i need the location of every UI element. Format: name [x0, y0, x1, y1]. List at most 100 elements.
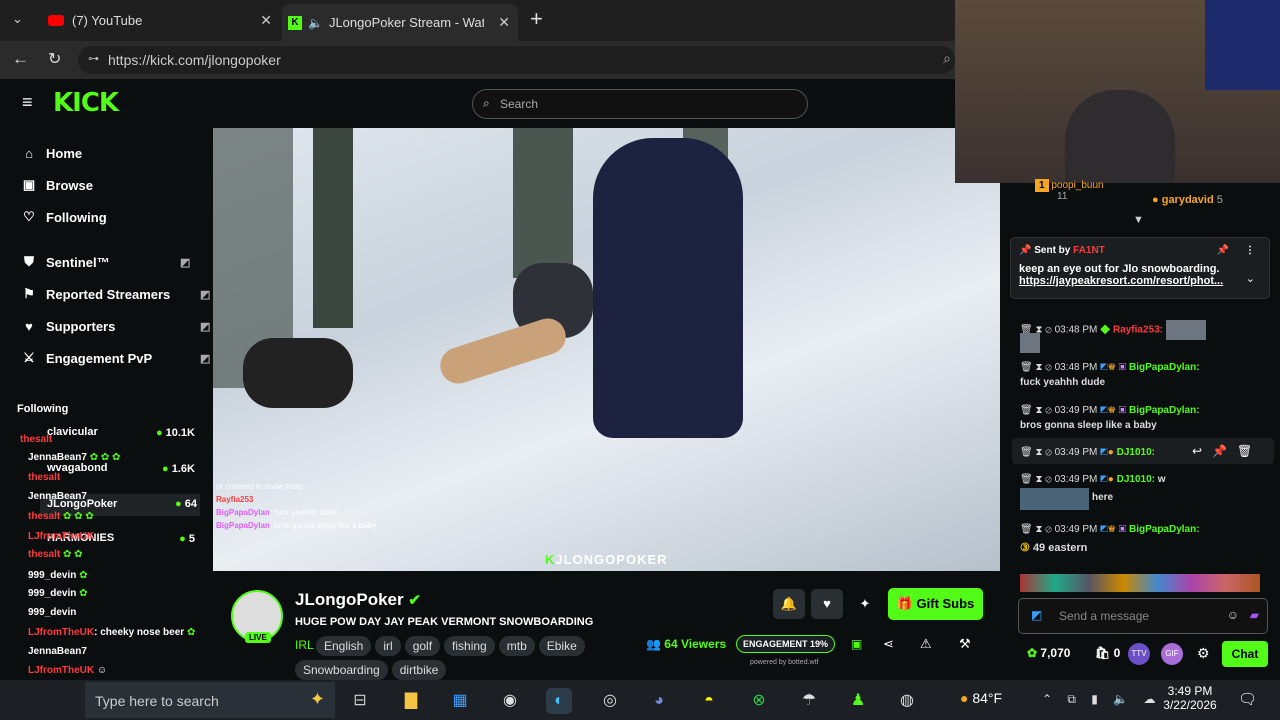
- weather-widget[interactable]: ● 84°F: [960, 690, 1002, 706]
- share-icon[interactable]: ⋖: [883, 636, 894, 652]
- close-tab-icon[interactable]: ✕: [260, 12, 272, 29]
- pin-icon[interactable]: 📌: [1217, 245, 1229, 256]
- xbox-icon[interactable]: ⊗: [746, 688, 772, 714]
- mod-actions-icon[interactable]: 🗑 ⧗ ⊘: [1020, 405, 1052, 416]
- reload-icon[interactable]: ↻: [48, 49, 61, 69]
- clip-icon[interactable]: ▣: [851, 637, 862, 651]
- sidebar-item-browse[interactable]: ▣ Browse: [20, 174, 93, 196]
- steam-icon[interactable]: ◉: [497, 688, 523, 714]
- taskbar-search-input[interactable]: Type here to search ✦: [85, 682, 335, 718]
- mod-actions-icon[interactable]: 🗑 ⧗ ⊘: [1020, 447, 1052, 458]
- mod-actions-icon[interactable]: 🗑 ⧗ ⊘: [1020, 524, 1052, 535]
- clock[interactable]: 3:49 PM 3/22/2026: [1160, 684, 1220, 712]
- tag[interactable]: Ebike: [538, 636, 585, 656]
- sidebar-item-home[interactable]: ⌂ Home: [20, 142, 82, 164]
- sub-count[interactable]: 🛍 0: [1095, 646, 1120, 660]
- tag[interactable]: mtb: [498, 636, 535, 656]
- sparkle-button[interactable]: ✦: [849, 589, 881, 619]
- sparkle-icon: ✦: [309, 689, 325, 709]
- mod-actions-icon[interactable]: 🗑 ⧗ ⊘: [1020, 474, 1052, 485]
- pin-icon[interactable]: 📌: [1212, 444, 1227, 458]
- system-tray[interactable]: ⌃ ⧉ ▮ 🔈 ☁: [1042, 692, 1162, 707]
- notifications-icon[interactable]: 🗨: [1238, 690, 1257, 708]
- gif-icon[interactable]: GIF: [1161, 643, 1183, 665]
- menu-icon[interactable]: ≡: [22, 92, 33, 113]
- overlay-chat-line: Rayfia253: [216, 495, 254, 504]
- tag[interactable]: golf: [404, 636, 441, 656]
- channel-points[interactable]: ✿ 7,070: [1027, 646, 1070, 660]
- tag[interactable]: Snowboarding: [295, 660, 388, 680]
- tag[interactable]: dirtbike: [391, 660, 447, 680]
- tag[interactable]: fishing: [444, 636, 495, 656]
- obs-icon[interactable]: ◎: [597, 688, 623, 714]
- site-search-input[interactable]: ⌕ Search: [472, 89, 808, 119]
- chat-message[interactable]: 🗑 ⧗ ⊘ 03:49 PM ◩♛ ▣ BigPapaDylan:: [1020, 524, 1200, 535]
- flag-icon: ⚑: [23, 286, 35, 301]
- stream-category[interactable]: IRL: [295, 638, 314, 652]
- snapchat-icon[interactable]: ◓: [696, 688, 722, 714]
- store-icon[interactable]: ▦: [447, 688, 473, 714]
- message-actions: ↩ 📌 🗑: [1192, 444, 1252, 458]
- emote-icon: [1165, 320, 1206, 340]
- search-icon[interactable]: ⌕: [943, 50, 951, 67]
- sidebar-item-sentinel[interactable]: ⛊ Sentinel™ ◩: [20, 251, 190, 273]
- task-view-icon[interactable]: ⊟: [347, 688, 373, 714]
- sidebar-item-supporters[interactable]: ♥ Supporters ◩: [20, 315, 210, 337]
- notify-bell-button[interactable]: 🔔: [773, 589, 805, 619]
- pinned-message[interactable]: 📌 Sent by FA1NT 📌 ⋮ keep an eye out for …: [1010, 237, 1270, 299]
- app-icon[interactable]: ♟: [845, 688, 871, 714]
- url-field[interactable]: ⊶ https://kick.com/jlongopoker ⌕: [78, 46, 955, 74]
- sidebar-item-label: Following: [46, 209, 107, 225]
- reply-icon[interactable]: ↩: [1192, 444, 1202, 458]
- overlay-chat-line: thesalt ✿ ✿ ✿: [28, 511, 94, 522]
- discord-icon[interactable]: ◕: [646, 688, 672, 714]
- settings-icon[interactable]: ⚙: [1197, 645, 1210, 662]
- back-icon[interactable]: ←: [12, 49, 29, 69]
- chat-message[interactable]: 🗑 ⧗ ⊘ 03:49 PM ◩● DJ1010:: [1020, 447, 1155, 458]
- app-icon[interactable]: ☂: [796, 688, 822, 714]
- ttv-icon[interactable]: TTV: [1128, 643, 1150, 665]
- overlay-chat-line: thesalt: [28, 472, 61, 483]
- chat-message[interactable]: 🗑 ⧗ ⊘ 03:49 PM ◩♛ ▣ BigPapaDylan: bros go…: [1020, 405, 1200, 431]
- delete-icon[interactable]: 🗑: [1237, 444, 1252, 458]
- tab-kick[interactable]: K 🔈 JLongoPoker Stream - Watch ✕: [282, 4, 518, 41]
- snowboard: [435, 313, 571, 389]
- tab-list-chevron-icon[interactable]: ⌄: [12, 11, 23, 27]
- sidebar-item-label: Engagement PvP: [46, 350, 153, 366]
- sidebar-item-engagement-pvp[interactable]: ⚔ Engagement PvP ◩: [20, 347, 210, 369]
- tag[interactable]: English: [316, 636, 372, 656]
- overlay-chat-line: BigPapaDylan: fuck yeahhh dude: [216, 508, 338, 517]
- search-icon: ⌕: [483, 96, 490, 110]
- emoji-icon[interactable]: ☺: [1227, 608, 1239, 622]
- follow-heart-button[interactable]: ♥: [811, 589, 843, 619]
- url-text: https://kick.com/jlongopoker: [108, 52, 281, 68]
- pinned-link[interactable]: https://jaypeakresort.com/resort/phot...: [1019, 275, 1261, 287]
- chat-input[interactable]: ◩ Send a message ☺ ▰: [1018, 598, 1268, 634]
- more-options-icon[interactable]: ⋮: [1245, 245, 1255, 256]
- open-external-icon: ◩: [200, 288, 211, 301]
- channel-name[interactable]: JLongoPoker ✔: [295, 590, 421, 610]
- new-tab-button[interactable]: +: [530, 6, 543, 32]
- site-info-icon[interactable]: ⊶: [88, 52, 99, 65]
- gift-icon[interactable]: ▰: [1250, 608, 1259, 622]
- gift-subs-button[interactable]: 🎁 Gift Subs: [888, 588, 983, 620]
- expand-icon[interactable]: ⌄: [1246, 272, 1255, 285]
- sidebar-item-following[interactable]: ♡ Following: [20, 206, 107, 228]
- tab-youtube[interactable]: (7) YouTube ✕: [40, 4, 280, 37]
- chat-message[interactable]: 🗑 ⧗ ⊘ 03:48 PM ◩♛ ▣ BigPapaDylan: fuck ye…: [1020, 362, 1200, 388]
- chat-message[interactable]: 🗑 ⧗ ⊘ 03:49 PM ◩● DJ1010: w: [1020, 474, 1166, 485]
- chat-message[interactable]: 🗑 ⧗ ⊘ 03:48 PM ◆ Rayfia253:: [1020, 320, 1206, 340]
- close-tab-icon[interactable]: ✕: [498, 14, 510, 31]
- edge-icon[interactable]: ◐: [546, 688, 572, 714]
- report-icon[interactable]: ⚠: [920, 636, 932, 652]
- sidebar-item-reported-streamers[interactable]: ⚑ Reported Streamers ◩: [20, 283, 210, 305]
- file-explorer-icon[interactable]: ▇: [398, 688, 424, 714]
- mod-tools-icon[interactable]: ⚒: [959, 636, 971, 652]
- kick-logo[interactable]: KICK: [53, 88, 119, 118]
- chat-send-button[interactable]: Chat: [1222, 641, 1268, 667]
- tag[interactable]: irl: [375, 636, 401, 656]
- speaker-icon[interactable]: 🔈: [308, 16, 323, 30]
- collapse-icon[interactable]: ▼: [1133, 214, 1144, 226]
- mod-actions-icon[interactable]: 🗑 ⧗ ⊘: [1020, 362, 1052, 373]
- recording-app-icon[interactable]: ◍: [894, 688, 920, 714]
